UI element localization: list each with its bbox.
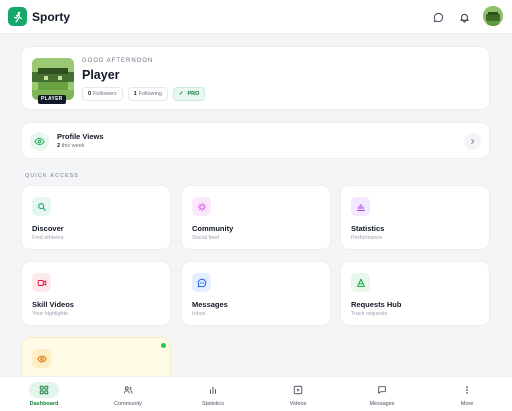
- followers-count: 0: [88, 91, 92, 97]
- role-badge: PLAYER: [38, 95, 66, 104]
- player-name: Player: [82, 68, 120, 82]
- quick-access-label: QUICK ACCESS: [25, 173, 79, 179]
- nav-videos[interactable]: Videos: [268, 377, 328, 411]
- top-bar: Sporty: [0, 0, 512, 34]
- profile-card[interactable]: PLAYER GOOD AFTERNOON Player 0 Followers…: [21, 46, 490, 110]
- nav-more[interactable]: More: [437, 377, 497, 411]
- play-icon: [283, 382, 313, 398]
- sparkle-icon: [192, 197, 211, 216]
- more-icon: [452, 382, 482, 398]
- video-icon: [32, 273, 51, 292]
- runner-logo-icon: [8, 7, 27, 26]
- triangle-icon: [351, 273, 370, 292]
- nav-label: Messages: [369, 401, 395, 407]
- nav-label: Dashboard: [29, 401, 59, 407]
- nav-label: Community: [114, 401, 142, 407]
- bell-icon[interactable]: [456, 9, 472, 25]
- following-label: Following: [138, 91, 162, 97]
- profile-views-title: Profile Views: [57, 132, 104, 141]
- profile-views-period: this week: [61, 143, 85, 149]
- nav-statistics[interactable]: Statistics: [183, 377, 243, 411]
- brand[interactable]: Sporty: [8, 7, 70, 26]
- tile-skill-videos[interactable]: Skill Videos Your highlights: [21, 261, 171, 326]
- chevron-right-icon[interactable]: [464, 133, 481, 150]
- tile-statistics[interactable]: Statistics Performance: [340, 185, 490, 250]
- message-icon: [367, 382, 397, 398]
- users-icon: [113, 382, 143, 398]
- nav-community[interactable]: Community: [98, 377, 158, 411]
- tile-subtitle: Find athletes: [32, 235, 64, 241]
- nav-label: More: [460, 401, 474, 407]
- tile-title: Skill Videos: [32, 300, 74, 309]
- grid-icon: [29, 382, 59, 398]
- check-icon: ✓: [178, 91, 184, 97]
- profile-views-subtitle: 2 this week: [57, 143, 85, 149]
- tile-title: Statistics: [351, 224, 385, 233]
- followers-label: Followers: [93, 91, 117, 97]
- pro-label: PRO: [187, 91, 200, 97]
- tile-title: Discover: [32, 224, 64, 233]
- tile-title: Community: [192, 224, 234, 233]
- app-name: Sporty: [32, 9, 71, 24]
- user-avatar[interactable]: [483, 6, 503, 26]
- nav-label: Statistics: [201, 401, 224, 407]
- tile-subtitle: Social feed: [192, 235, 220, 241]
- tile-messages[interactable]: Messages Inbox: [181, 261, 331, 326]
- profile-views-count: 2: [57, 143, 61, 149]
- tile-subtitle: Track requests: [351, 311, 388, 317]
- profile-stats: 0 Followers 1 Following ✓ PRO: [82, 87, 206, 101]
- message-icon[interactable]: [430, 9, 446, 25]
- tile-title: Messages: [192, 300, 228, 309]
- followers-chip[interactable]: 0 Followers: [82, 87, 123, 101]
- bottom-nav: Dashboard Community Statistics Videos Me…: [0, 376, 512, 411]
- search-icon: [32, 197, 51, 216]
- tile-subtitle: Performance: [351, 235, 383, 241]
- following-chip[interactable]: 1 Following: [127, 87, 168, 101]
- pro-badge: ✓ PRO: [172, 87, 206, 101]
- profile-views-card[interactable]: Profile Views 2 this week: [21, 122, 490, 159]
- tile-subtitle: Inbox: [192, 311, 206, 317]
- tile-community[interactable]: Community Social feed: [181, 185, 331, 250]
- greeting-text: GOOD AFTERNOON: [82, 58, 154, 64]
- profile-avatar: [32, 58, 74, 100]
- nav-dashboard[interactable]: Dashboard: [14, 377, 74, 411]
- bars-icon: [198, 382, 228, 398]
- tile-title: Requests Hub: [351, 300, 402, 309]
- nav-messages[interactable]: Messages: [352, 377, 412, 411]
- eye-icon: [32, 349, 51, 368]
- nav-label: Videos: [289, 401, 307, 407]
- tile-subtitle: Your highlights: [32, 311, 68, 317]
- tile-discover[interactable]: Discover Find athletes: [21, 185, 171, 250]
- notification-dot: [161, 343, 166, 348]
- following-count: 1: [133, 91, 137, 97]
- eye-icon: [30, 132, 49, 151]
- tile-requests-hub[interactable]: Requests Hub Track requests: [340, 261, 490, 326]
- chat-icon: [192, 273, 211, 292]
- bar-chart-icon: [351, 197, 370, 216]
